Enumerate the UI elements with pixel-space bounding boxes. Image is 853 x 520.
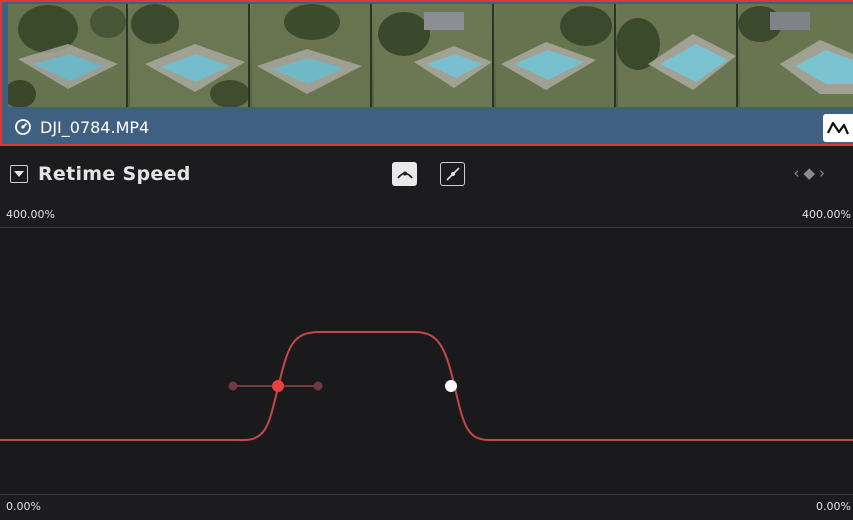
linear-mode-button[interactable] — [440, 162, 465, 186]
smooth-mode-button[interactable] — [392, 162, 417, 186]
retime-title: Retime Speed — [38, 163, 191, 185]
keyframe[interactable] — [445, 380, 457, 392]
thumbnail-strip — [8, 4, 853, 107]
top-right-value: 400.00% — [802, 208, 851, 221]
chevron-right-icon[interactable]: › — [819, 164, 829, 182]
collapse-button[interactable] — [10, 165, 28, 183]
chevron-left-icon[interactable]: ‹ — [793, 164, 803, 182]
diamond-icon[interactable]: ◆ — [803, 164, 819, 182]
bezier-handle-left[interactable] — [228, 381, 238, 391]
bottom-right-value: 0.00% — [816, 500, 851, 513]
curve-toggle-button[interactable] — [823, 114, 853, 142]
clip-thumbnails — [8, 4, 853, 107]
timeline-clip[interactable]: DJI_0784.MP4 — [0, 0, 853, 146]
retime-graph[interactable] — [0, 227, 853, 495]
curve-icon — [827, 121, 849, 135]
top-left-value: 400.00% — [6, 208, 55, 221]
speed-curve — [0, 331, 853, 441]
bottom-left-value: 0.00% — [6, 500, 41, 513]
keyframe-selected[interactable] — [272, 380, 284, 392]
speedometer-icon — [14, 118, 32, 136]
clip-filename: DJI_0784.MP4 — [40, 117, 150, 137]
bezier-handle-right[interactable] — [313, 381, 323, 391]
speed-curve-plot[interactable] — [0, 228, 853, 494]
keyframe-navigation: ‹◆› — [793, 164, 829, 182]
smooth-curve-icon — [396, 171, 413, 179]
clip-info-bar[interactable]: DJI_0784.MP4 — [2, 108, 853, 144]
linear-curve-icon — [445, 167, 460, 181]
retime-header: Retime Speed ‹◆› — [0, 150, 853, 200]
